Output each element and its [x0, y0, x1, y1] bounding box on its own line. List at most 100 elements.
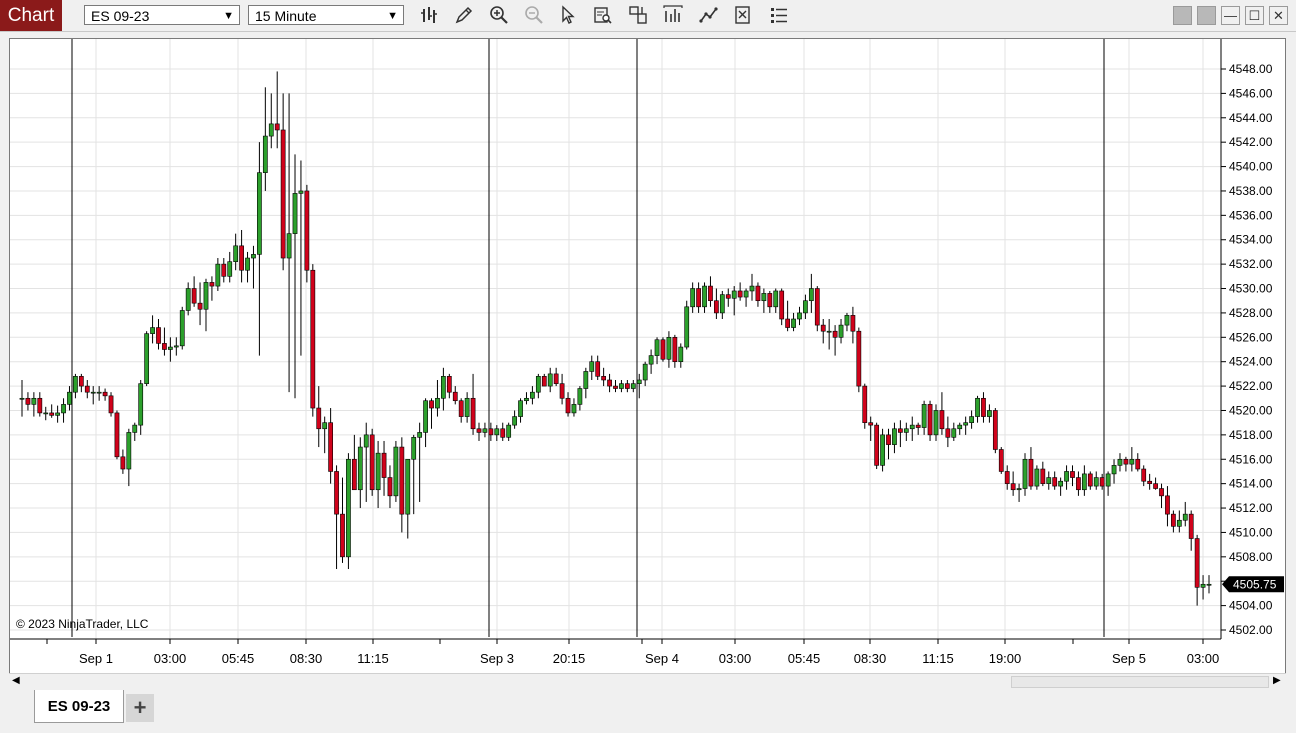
- candle-body: [939, 410, 945, 430]
- bars-type-icon[interactable]: [418, 4, 442, 26]
- candle-body: [530, 391, 535, 399]
- candle-body: [607, 379, 612, 387]
- candle-body: [185, 288, 191, 311]
- zoom-in-icon[interactable]: [487, 4, 511, 26]
- candle-body: [411, 437, 417, 460]
- candle-body: [470, 397, 476, 430]
- candle-body: [1123, 458, 1129, 465]
- candle-body: [725, 294, 731, 299]
- candle-body: [102, 391, 108, 397]
- candle-body: [559, 383, 565, 399]
- candle-body: [826, 330, 832, 333]
- candle-body: [55, 412, 60, 416]
- indicators-icon[interactable]: [661, 4, 685, 26]
- minimize-button[interactable]: —: [1221, 6, 1240, 25]
- chart-toolbar: Chart ES 09-23 ▼ 15 Minute ▼ — ☐ ✕: [0, 0, 1296, 32]
- candle-body: [957, 424, 963, 430]
- tile-right-button[interactable]: [1197, 6, 1216, 25]
- candle-body: [672, 337, 678, 362]
- candle-body: [992, 410, 998, 450]
- y-tick-label: 4542.00: [1229, 135, 1273, 149]
- candle-body: [310, 269, 316, 409]
- candle-body: [1153, 483, 1158, 489]
- candle-body: [1135, 458, 1141, 470]
- candle-body: [1093, 477, 1099, 487]
- candle-body: [90, 391, 96, 394]
- candle-body: [215, 263, 221, 287]
- add-tab-button[interactable]: +: [126, 694, 154, 722]
- candle-body: [737, 290, 743, 298]
- candle-body: [862, 385, 868, 423]
- maximize-button[interactable]: ☐: [1245, 6, 1264, 25]
- instrument-value: ES 09-23: [91, 8, 150, 24]
- candle-body: [227, 261, 233, 277]
- tab-bar: ES 09-23 +: [0, 690, 1296, 733]
- y-tick-label: 4518.00: [1229, 428, 1273, 442]
- candle-body: [987, 410, 992, 417]
- candle-body: [636, 379, 642, 384]
- interval-selector[interactable]: 15 Minute ▼: [248, 5, 404, 25]
- candle-body: [31, 397, 37, 405]
- data-box-icon[interactable]: [591, 4, 615, 26]
- draw-pencil-icon[interactable]: [452, 4, 476, 26]
- candle-body: [814, 288, 820, 326]
- candle-body: [488, 428, 494, 436]
- tile-left-button[interactable]: [1173, 6, 1192, 25]
- candle-body: [666, 337, 672, 360]
- y-tick-label: 4546.00: [1229, 86, 1273, 100]
- y-tick-label: 4510.00: [1229, 525, 1273, 539]
- candle-body: [1099, 477, 1105, 487]
- templates-icon[interactable]: [626, 4, 650, 26]
- candle-body: [571, 404, 577, 414]
- candle-body: [150, 327, 155, 334]
- candle-body: [1046, 477, 1052, 484]
- candle-body: [108, 395, 114, 414]
- x-tick-label: Sep 5: [1112, 651, 1146, 666]
- candle-body: [197, 302, 203, 310]
- x-tick-label: 20:15: [553, 651, 586, 666]
- chart-panel[interactable]: 4548.00 4546.00 4544.00 4542.00 4540.00 4538.…: [9, 38, 1286, 689]
- instrument-selector[interactable]: ES 09-23 ▼: [84, 5, 240, 25]
- y-tick-label: 4516.00: [1229, 452, 1273, 466]
- candle-body: [423, 400, 428, 433]
- candle-body: [1058, 480, 1064, 487]
- candle-body: [1034, 468, 1040, 487]
- candle-body: [577, 388, 583, 405]
- candle-body: [363, 434, 369, 448]
- candle-body: [642, 363, 648, 381]
- copyright-label: © 2023 NinjaTrader, LLC: [16, 617, 149, 631]
- candle-body: [179, 310, 185, 347]
- close-button[interactable]: ✕: [1269, 6, 1288, 25]
- scrollbar-thumb[interactable]: [1011, 676, 1269, 688]
- candle-body: [257, 172, 262, 255]
- y-tick-label: 4540.00: [1229, 160, 1273, 174]
- zoom-out-icon[interactable]: [522, 4, 546, 26]
- pointer-icon[interactable]: [556, 4, 580, 26]
- x-tick-label: 05:45: [222, 651, 255, 666]
- scroll-right-icon[interactable]: ▶: [1273, 675, 1281, 686]
- candle-body: [1171, 513, 1176, 527]
- horizontal-scrollbar[interactable]: ◀ ▶: [9, 673, 1286, 690]
- minimize-icon: —: [1224, 8, 1237, 23]
- candle-body: [898, 428, 903, 433]
- price-chart[interactable]: 4548.00 4546.00 4544.00 4542.00 4540.00 4538.…: [10, 39, 1285, 673]
- candle-body: [1004, 471, 1010, 484]
- y-tick-label: 4534.00: [1229, 233, 1273, 247]
- strategies-icon[interactable]: [697, 4, 721, 26]
- properties-icon[interactable]: [731, 4, 755, 26]
- tab-es-09-23[interactable]: ES 09-23: [34, 690, 124, 723]
- x-tick-label: 03:00: [719, 651, 752, 666]
- candle-body: [1087, 473, 1093, 487]
- candle-body: [173, 345, 179, 348]
- candle-body: [1129, 458, 1135, 465]
- candle-body: [328, 422, 333, 472]
- candle-body: [405, 458, 411, 515]
- scroll-left-icon[interactable]: ◀: [12, 675, 20, 686]
- y-tick-label: 4522.00: [1229, 379, 1273, 393]
- candle-body: [1040, 468, 1046, 484]
- candle-body: [458, 400, 464, 417]
- object-list-icon[interactable]: [767, 4, 791, 26]
- candle-body: [73, 376, 78, 393]
- candle-body: [708, 285, 713, 302]
- x-tick-label: Sep 1: [79, 651, 113, 666]
